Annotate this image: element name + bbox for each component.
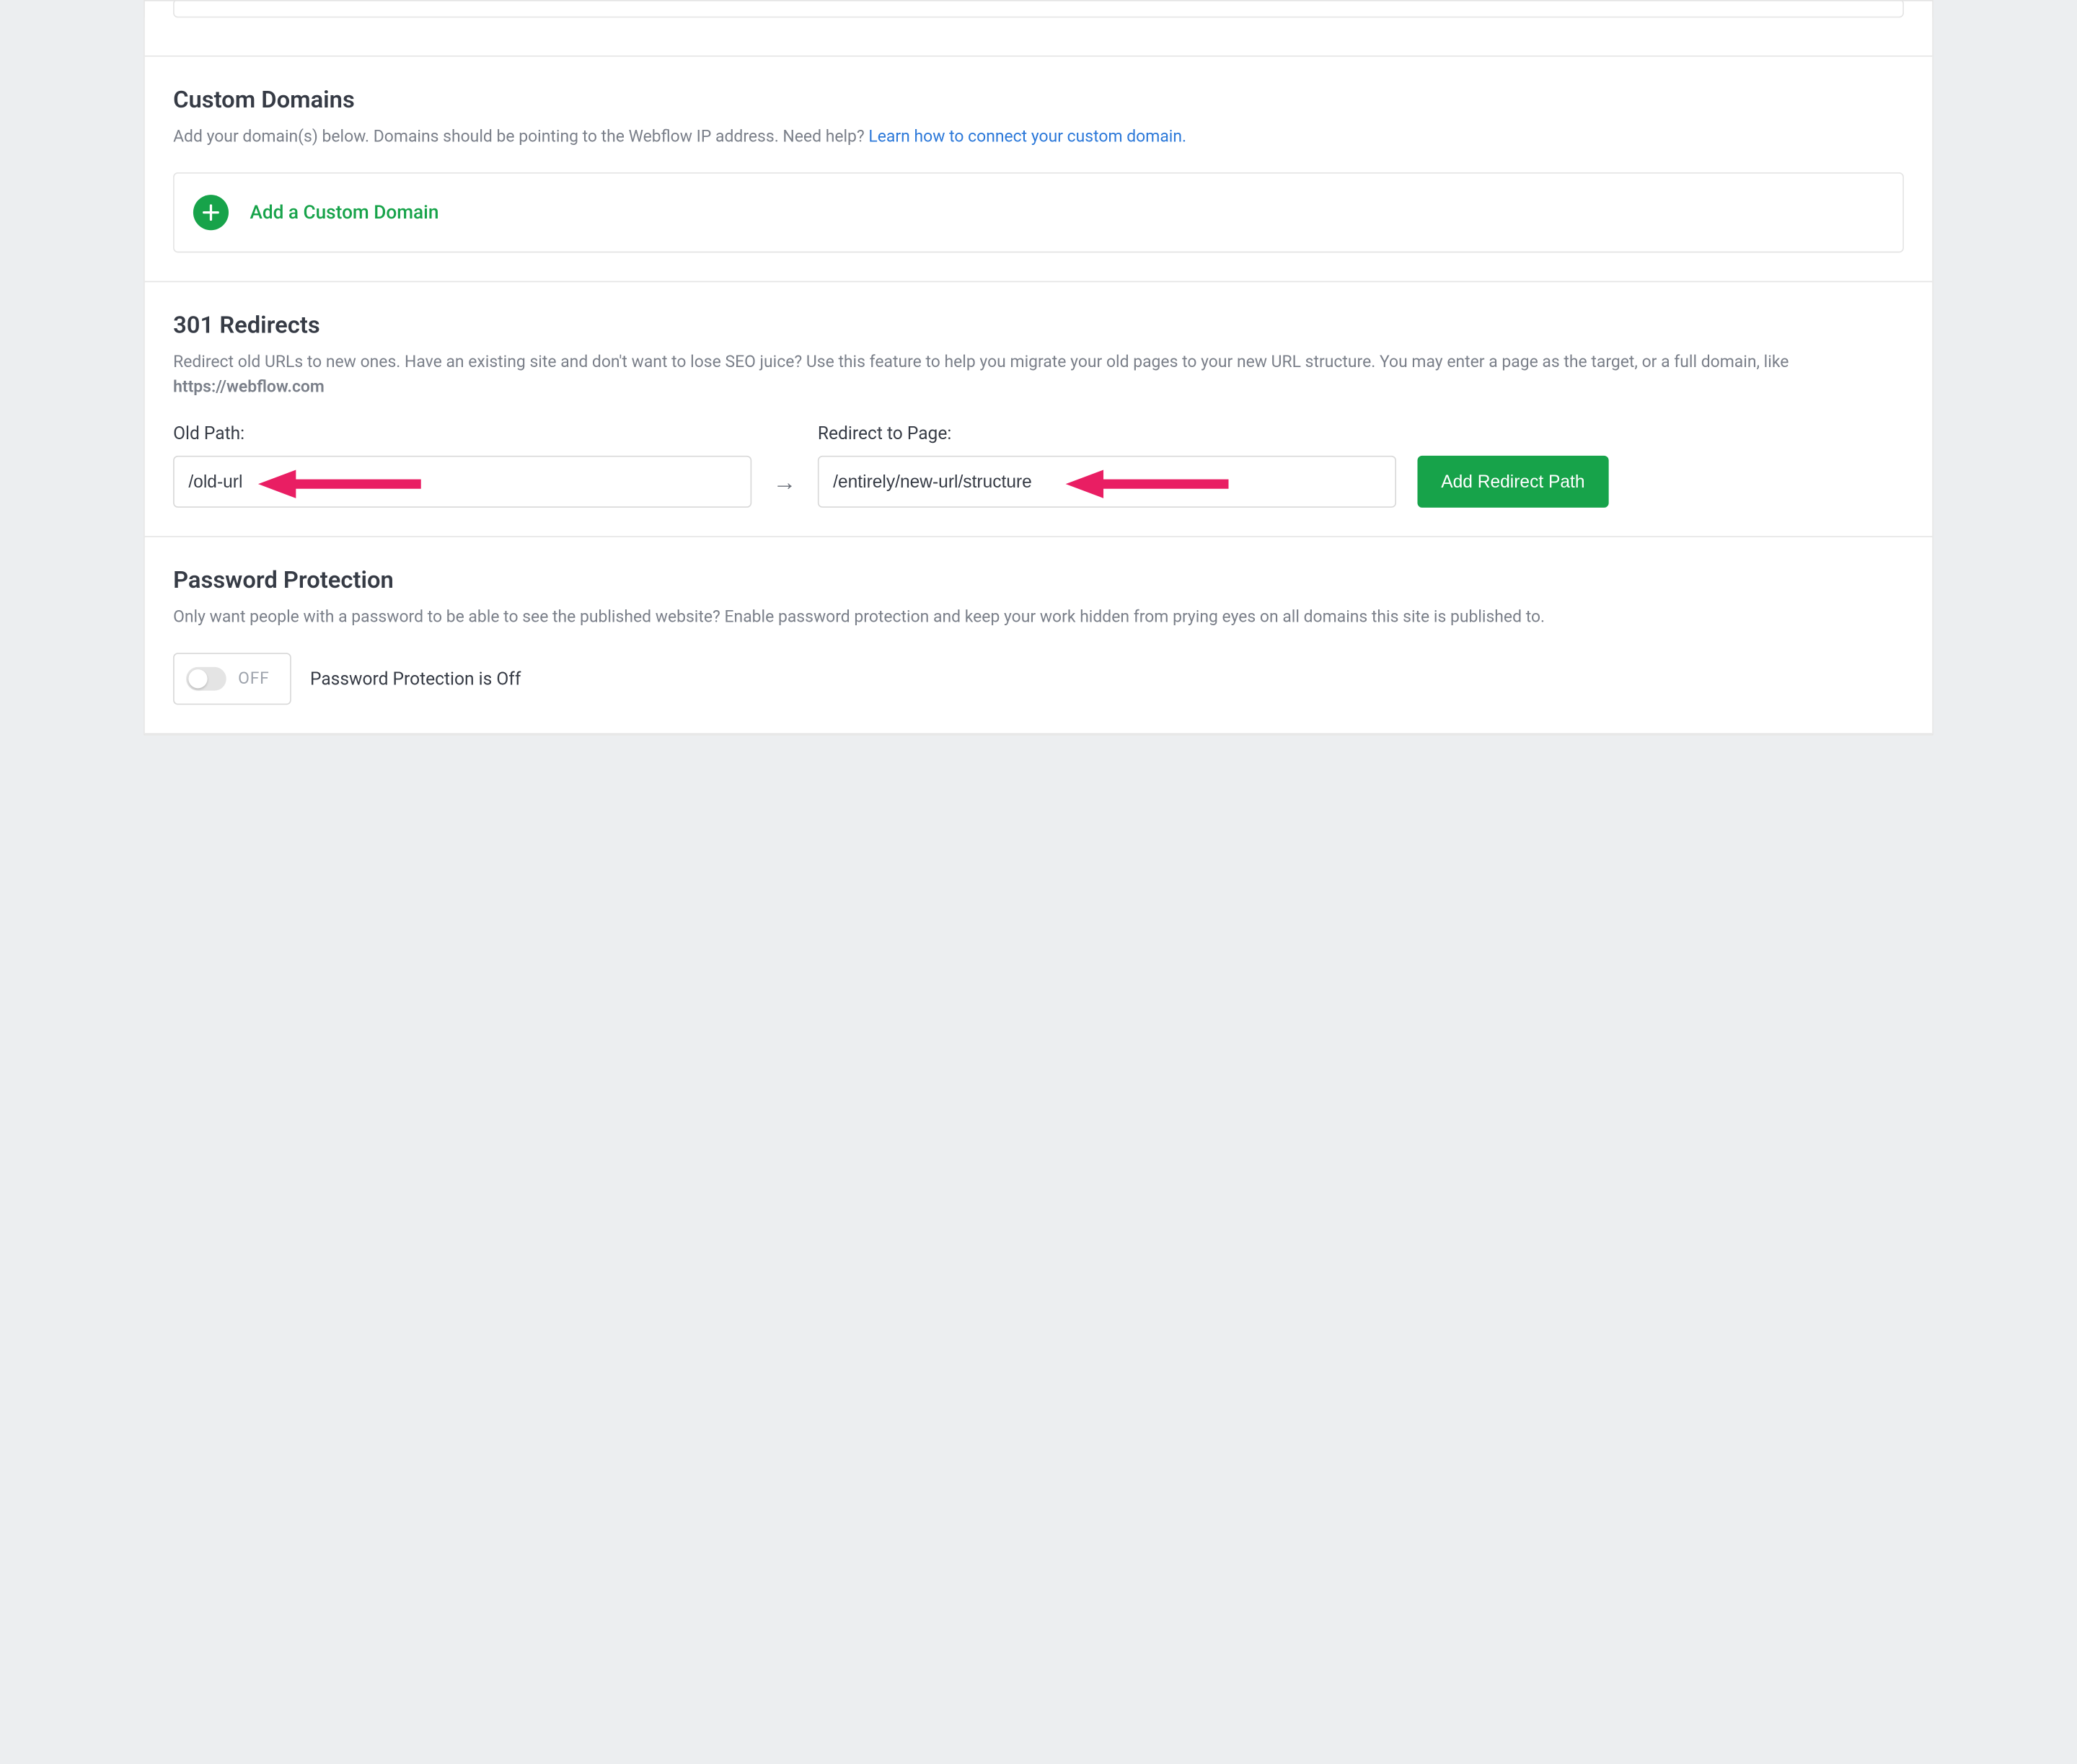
add-custom-domain-label: Add a Custom Domain bbox=[250, 201, 438, 224]
toggle-state-text: OFF bbox=[238, 669, 270, 688]
redirects-section: 301 Redirects Redirect old URLs to new o… bbox=[145, 281, 1932, 536]
password-protection-title: Password Protection bbox=[173, 565, 1904, 594]
redirects-desc-text: Redirect old URLs to new ones. Have an e… bbox=[173, 353, 1789, 371]
plus-icon bbox=[193, 195, 229, 230]
old-path-label: Old Path: bbox=[173, 423, 751, 444]
add-custom-domain-button[interactable]: Add a Custom Domain bbox=[173, 172, 1904, 252]
redirect-to-page-label: Redirect to Page: bbox=[818, 423, 1396, 444]
redirects-description: Redirect old URLs to new ones. Have an e… bbox=[173, 350, 1904, 402]
previous-input-box bbox=[173, 0, 1904, 18]
add-redirect-path-button[interactable]: Add Redirect Path bbox=[1417, 456, 1608, 508]
learn-custom-domain-link[interactable]: Learn how to connect your custom domain. bbox=[868, 128, 1186, 146]
redirects-desc-example: https://webflow.com bbox=[173, 378, 325, 397]
redirects-title: 301 Redirects bbox=[173, 310, 1904, 338]
arrow-right-icon: → bbox=[773, 456, 797, 508]
old-path-input[interactable] bbox=[173, 456, 751, 508]
custom-domains-desc-text: Add your domain(s) below. Domains should… bbox=[173, 128, 868, 146]
redirect-to-page-input[interactable] bbox=[818, 456, 1396, 508]
custom-domains-section: Custom Domains Add your domain(s) below.… bbox=[145, 56, 1932, 281]
password-protection-toggle[interactable]: OFF bbox=[173, 653, 291, 705]
password-protection-status: Password Protection is Off bbox=[310, 668, 521, 689]
custom-domains-description: Add your domain(s) below. Domains should… bbox=[173, 125, 1904, 151]
custom-domains-title: Custom Domains bbox=[173, 85, 1904, 113]
password-protection-section: Password Protection Only want people wit… bbox=[145, 536, 1932, 733]
password-protection-description: Only want people with a password to be a… bbox=[173, 606, 1904, 632]
toggle-switch-icon bbox=[186, 666, 226, 690]
